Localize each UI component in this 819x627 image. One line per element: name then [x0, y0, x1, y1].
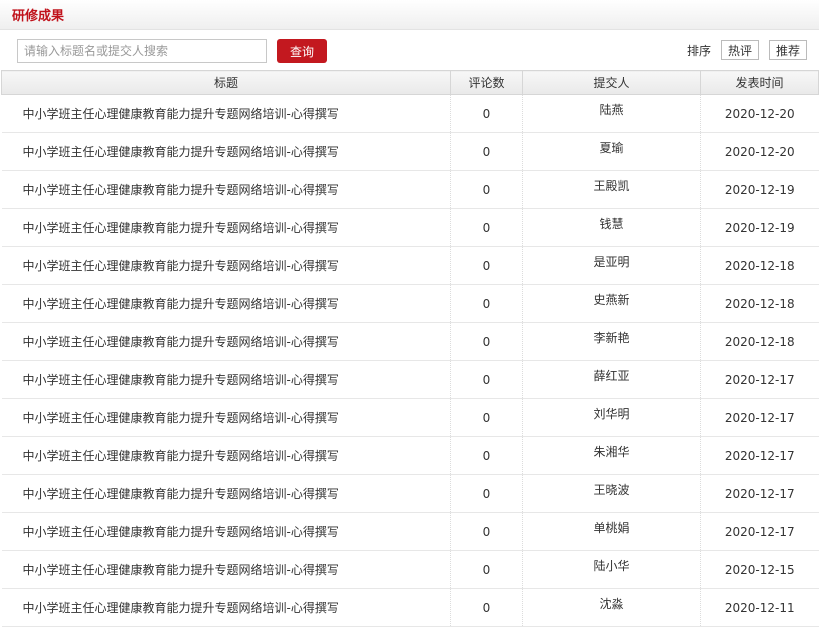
row-comment-count: 0 — [450, 284, 523, 323]
table-row[interactable]: 中小学班主任心理健康教育能力提升专题网络培训-心得撰写 0 陆燕 2020-12-20 — [1, 94, 819, 133]
sort-controls: 排序 热评 推荐 — [687, 40, 807, 60]
row-submitter: 朱湘华 — [522, 436, 701, 475]
row-comment-count: 0 — [450, 208, 523, 247]
row-date: 2020-12-17 — [700, 436, 819, 475]
table-row[interactable]: 中小学班主任心理健康教育能力提升专题网络培训-心得撰写 0 陆小华 2020-12-1… — [1, 550, 819, 589]
table-row[interactable]: 中小学班主任心理健康教育能力提升专题网络培训-心得撰写 0 朱湘华 2020-12-1… — [1, 436, 819, 475]
row-title-link[interactable]: 中小学班主任心理健康教育能力提升专题网络培训-心得撰写 — [1, 246, 451, 285]
row-submitter: 陆小华 — [522, 550, 701, 589]
row-date: 2020-12-15 — [700, 550, 819, 589]
row-comment-count: 0 — [450, 398, 523, 437]
row-comment-count: 0 — [450, 436, 523, 475]
row-submitter: 李新艳 — [522, 322, 701, 361]
row-date: 2020-12-17 — [700, 474, 819, 513]
row-comment-count: 0 — [450, 132, 523, 171]
row-comment-count: 0 — [450, 94, 523, 133]
toolbar: 查询 排序 热评 推荐 — [0, 30, 819, 70]
row-submitter: 陆燕 — [522, 94, 701, 133]
row-comment-count: 0 — [450, 550, 523, 589]
search-input[interactable] — [17, 39, 267, 63]
row-date: 2020-12-17 — [700, 398, 819, 437]
row-title-link[interactable]: 中小学班主任心理健康教育能力提升专题网络培训-心得撰写 — [1, 322, 451, 361]
row-title-link[interactable]: 中小学班主任心理健康教育能力提升专题网络培训-心得撰写 — [1, 208, 451, 247]
row-date: 2020-12-18 — [700, 246, 819, 285]
row-title-link[interactable]: 中小学班主任心理健康教育能力提升专题网络培训-心得撰写 — [1, 436, 451, 475]
table-row[interactable]: 中小学班主任心理健康教育能力提升专题网络培训-心得撰写 0 史燕新 2020-12-1… — [1, 284, 819, 323]
row-submitter: 王晓波 — [522, 474, 701, 513]
row-comment-count: 0 — [450, 360, 523, 399]
row-title-link[interactable]: 中小学班主任心理健康教育能力提升专题网络培训-心得撰写 — [1, 132, 451, 171]
row-title-link[interactable]: 中小学班主任心理健康教育能力提升专题网络培训-心得撰写 — [1, 474, 451, 513]
sort-hot-comments-button[interactable]: 热评 — [720, 40, 759, 60]
row-comment-count: 0 — [450, 170, 523, 209]
row-title-link[interactable]: 中小学班主任心理健康教育能力提升专题网络培训-心得撰写 — [1, 398, 451, 437]
row-date: 2020-12-18 — [700, 284, 819, 323]
row-submitter: 王殿凯 — [522, 170, 701, 209]
table-row[interactable]: 中小学班主任心理健康教育能力提升专题网络培训-心得撰写 0 李新艳 2020-12-1… — [1, 322, 819, 361]
row-comment-count: 0 — [450, 322, 523, 361]
row-submitter: 刘华明 — [522, 398, 701, 437]
sort-recommended-button[interactable]: 推荐 — [768, 40, 807, 60]
table-row[interactable]: 中小学班主任心理健康教育能力提升专题网络培训-心得撰写 0 夏瑜 2020-12-20 — [1, 132, 819, 171]
row-title-link[interactable]: 中小学班主任心理健康教育能力提升专题网络培训-心得撰写 — [1, 94, 451, 133]
query-button[interactable]: 查询 — [277, 39, 327, 63]
row-date: 2020-12-19 — [700, 208, 819, 247]
table-row[interactable]: 中小学班主任心理健康教育能力提升专题网络培训-心得撰写 0 王殿凯 2020-12-1… — [1, 170, 819, 209]
table-header-row: 标题 评论数 提交人 发表时间 — [1, 70, 819, 95]
table-row[interactable]: 中小学班主任心理健康教育能力提升专题网络培训-心得撰写 0 是亚明 2020-12-1… — [1, 246, 819, 285]
table-row[interactable]: 中小学班主任心理健康教育能力提升专题网络培训-心得撰写 0 薛红亚 2020-12-1… — [1, 360, 819, 399]
column-header-comments[interactable]: 评论数 — [450, 70, 523, 95]
row-date: 2020-12-18 — [700, 322, 819, 361]
table-row[interactable]: 中小学班主任心理健康教育能力提升专题网络培训-心得撰写 0 沈淼 2020-12-11 — [1, 588, 819, 627]
row-comment-count: 0 — [450, 512, 523, 551]
row-title-link[interactable]: 中小学班主任心理健康教育能力提升专题网络培训-心得撰写 — [1, 588, 451, 627]
row-comment-count: 0 — [450, 474, 523, 513]
row-submitter: 钱慧 — [522, 208, 701, 247]
page-title: 研修成果 — [12, 9, 65, 24]
results-table: 标题 评论数 提交人 发表时间 中小学班主任心理健康教育能力提升专题网络培训-心… — [1, 70, 819, 627]
table-row[interactable]: 中小学班主任心理健康教育能力提升专题网络培训-心得撰写 0 钱慧 2020-12-19 — [1, 208, 819, 247]
row-date: 2020-12-20 — [700, 94, 819, 133]
row-submitter: 沈淼 — [522, 588, 701, 627]
row-submitter: 史燕新 — [522, 284, 701, 323]
row-title-link[interactable]: 中小学班主任心理健康教育能力提升专题网络培训-心得撰写 — [1, 170, 451, 209]
row-title-link[interactable]: 中小学班主任心理健康教育能力提升专题网络培训-心得撰写 — [1, 512, 451, 551]
row-submitter: 夏瑜 — [522, 132, 701, 171]
table-row[interactable]: 中小学班主任心理健康教育能力提升专题网络培训-心得撰写 0 刘华明 2020-12-1… — [1, 398, 819, 437]
row-date: 2020-12-17 — [700, 512, 819, 551]
row-date: 2020-12-17 — [700, 360, 819, 399]
row-date: 2020-12-19 — [700, 170, 819, 209]
column-header-title[interactable]: 标题 — [1, 70, 451, 95]
row-submitter: 单桃娟 — [522, 512, 701, 551]
row-submitter: 薛红亚 — [522, 360, 701, 399]
table-row[interactable]: 中小学班主任心理健康教育能力提升专题网络培训-心得撰写 0 单桃娟 2020-12-1… — [1, 512, 819, 551]
row-date: 2020-12-20 — [700, 132, 819, 171]
row-title-link[interactable]: 中小学班主任心理健康教育能力提升专题网络培训-心得撰写 — [1, 360, 451, 399]
table-row[interactable]: 中小学班主任心理健康教育能力提升专题网络培训-心得撰写 0 王晓波 2020-12-1… — [1, 474, 819, 513]
column-header-date[interactable]: 发表时间 — [700, 70, 819, 95]
row-comment-count: 0 — [450, 246, 523, 285]
row-title-link[interactable]: 中小学班主任心理健康教育能力提升专题网络培训-心得撰写 — [1, 284, 451, 323]
sort-label: 排序 — [686, 43, 711, 58]
row-submitter: 是亚明 — [522, 246, 701, 285]
page-header: 研修成果 — [0, 0, 819, 30]
column-header-submitter[interactable]: 提交人 — [522, 70, 701, 95]
row-title-link[interactable]: 中小学班主任心理健康教育能力提升专题网络培训-心得撰写 — [1, 550, 451, 589]
row-date: 2020-12-11 — [700, 588, 819, 627]
row-comment-count: 0 — [450, 588, 523, 627]
